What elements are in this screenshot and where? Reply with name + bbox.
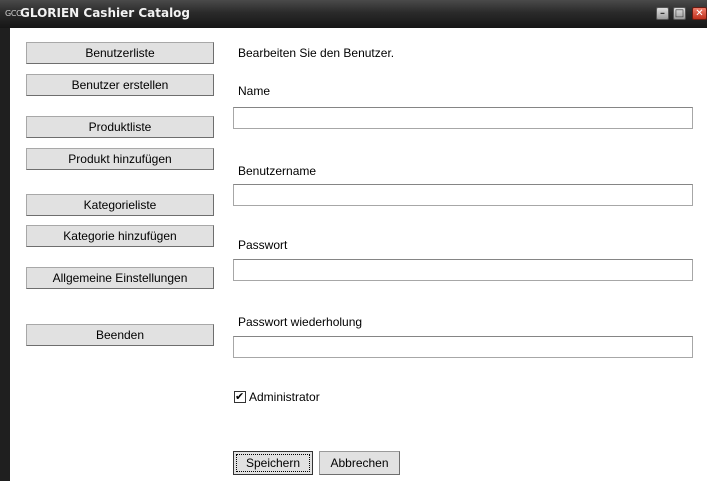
administrator-label[interactable]: Administrator [249,390,320,404]
app-window: GCC GLORIEN Cashier Catalog – □ ✕ Benutz… [0,0,707,481]
name-label: Name [238,84,271,98]
form-heading: Bearbeiten Sie den Benutzer. [238,46,395,60]
close-icon: ✕ [695,8,704,19]
category-list-button[interactable]: Kategorieliste [26,194,214,216]
checkmark-icon: ✔ [235,390,245,403]
window-title: GLORIEN Cashier Catalog [20,6,191,20]
password-label: Passwort [238,238,288,252]
password-field[interactable] [233,259,693,281]
password-repeat-field[interactable] [233,336,693,358]
product-list-button[interactable]: Produktliste [26,116,214,138]
add-product-button[interactable]: Produkt hinzufügen [26,148,214,170]
add-category-button[interactable]: Kategorie hinzufügen [26,225,214,247]
name-field[interactable] [233,107,693,129]
focus-rectangle [236,454,310,472]
create-user-button[interactable]: Benutzer erstellen [26,74,214,96]
general-settings-button[interactable]: Allgemeine Einstellungen [26,267,214,289]
app-icon: GCC [5,9,22,18]
save-button[interactable]: Speichern [233,451,313,475]
exit-button[interactable]: Beenden [26,324,214,346]
username-field[interactable] [233,184,693,206]
close-button[interactable]: ✕ [692,7,707,20]
title-bar[interactable]: GCC GLORIEN Cashier Catalog – □ ✕ [0,0,707,28]
minimize-button[interactable]: – [656,7,669,20]
cancel-button[interactable]: Abbrechen [319,451,400,475]
minimize-icon: – [660,8,665,19]
maximize-icon: □ [674,8,685,19]
username-label: Benutzername [238,164,317,178]
maximize-button[interactable]: □ [673,7,686,20]
user-list-button[interactable]: Benutzerliste [26,42,214,64]
password-repeat-label: Passwort wiederholung [238,315,363,329]
window-frame-left [0,28,10,481]
administrator-checkbox[interactable]: ✔ [234,390,246,403]
